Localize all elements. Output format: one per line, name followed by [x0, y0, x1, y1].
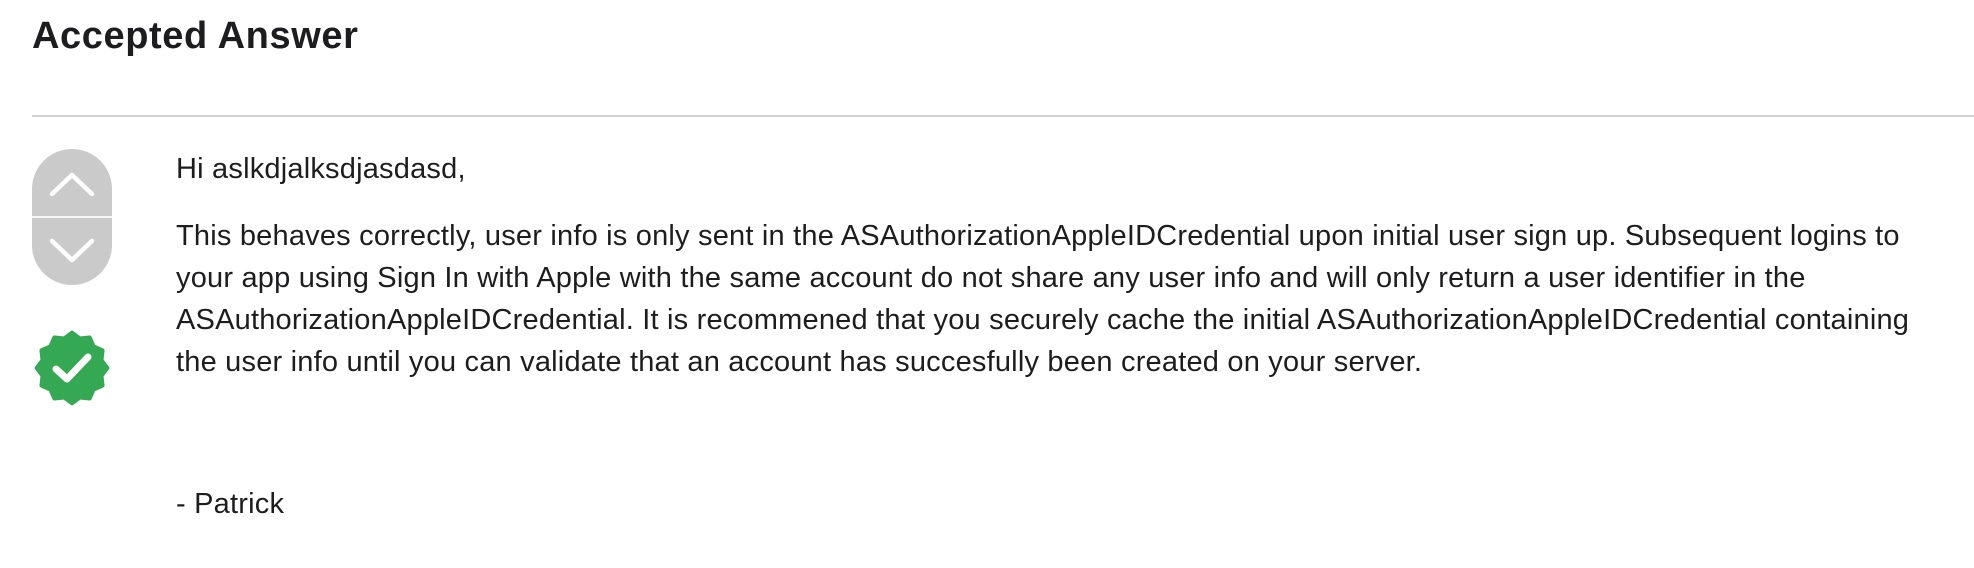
- chevron-down-icon: [49, 238, 95, 262]
- section-heading: Accepted Answer: [32, 15, 359, 57]
- chevron-up-icon: [49, 172, 95, 196]
- checkmark-seal-icon: [34, 330, 110, 406]
- section-divider: [32, 115, 1974, 117]
- answer-body: Hi aslkdjalksdjasdasd, This behaves corr…: [176, 148, 1956, 525]
- upvote-button[interactable]: [32, 149, 112, 216]
- answer-greeting: Hi aslkdjalksdjasdasd,: [176, 153, 466, 185]
- answer-text: This behaves correctly, user info is onl…: [176, 220, 1910, 378]
- downvote-button[interactable]: [32, 218, 112, 285]
- vote-control: [32, 149, 112, 285]
- answer-signature: - Patrick: [176, 488, 285, 520]
